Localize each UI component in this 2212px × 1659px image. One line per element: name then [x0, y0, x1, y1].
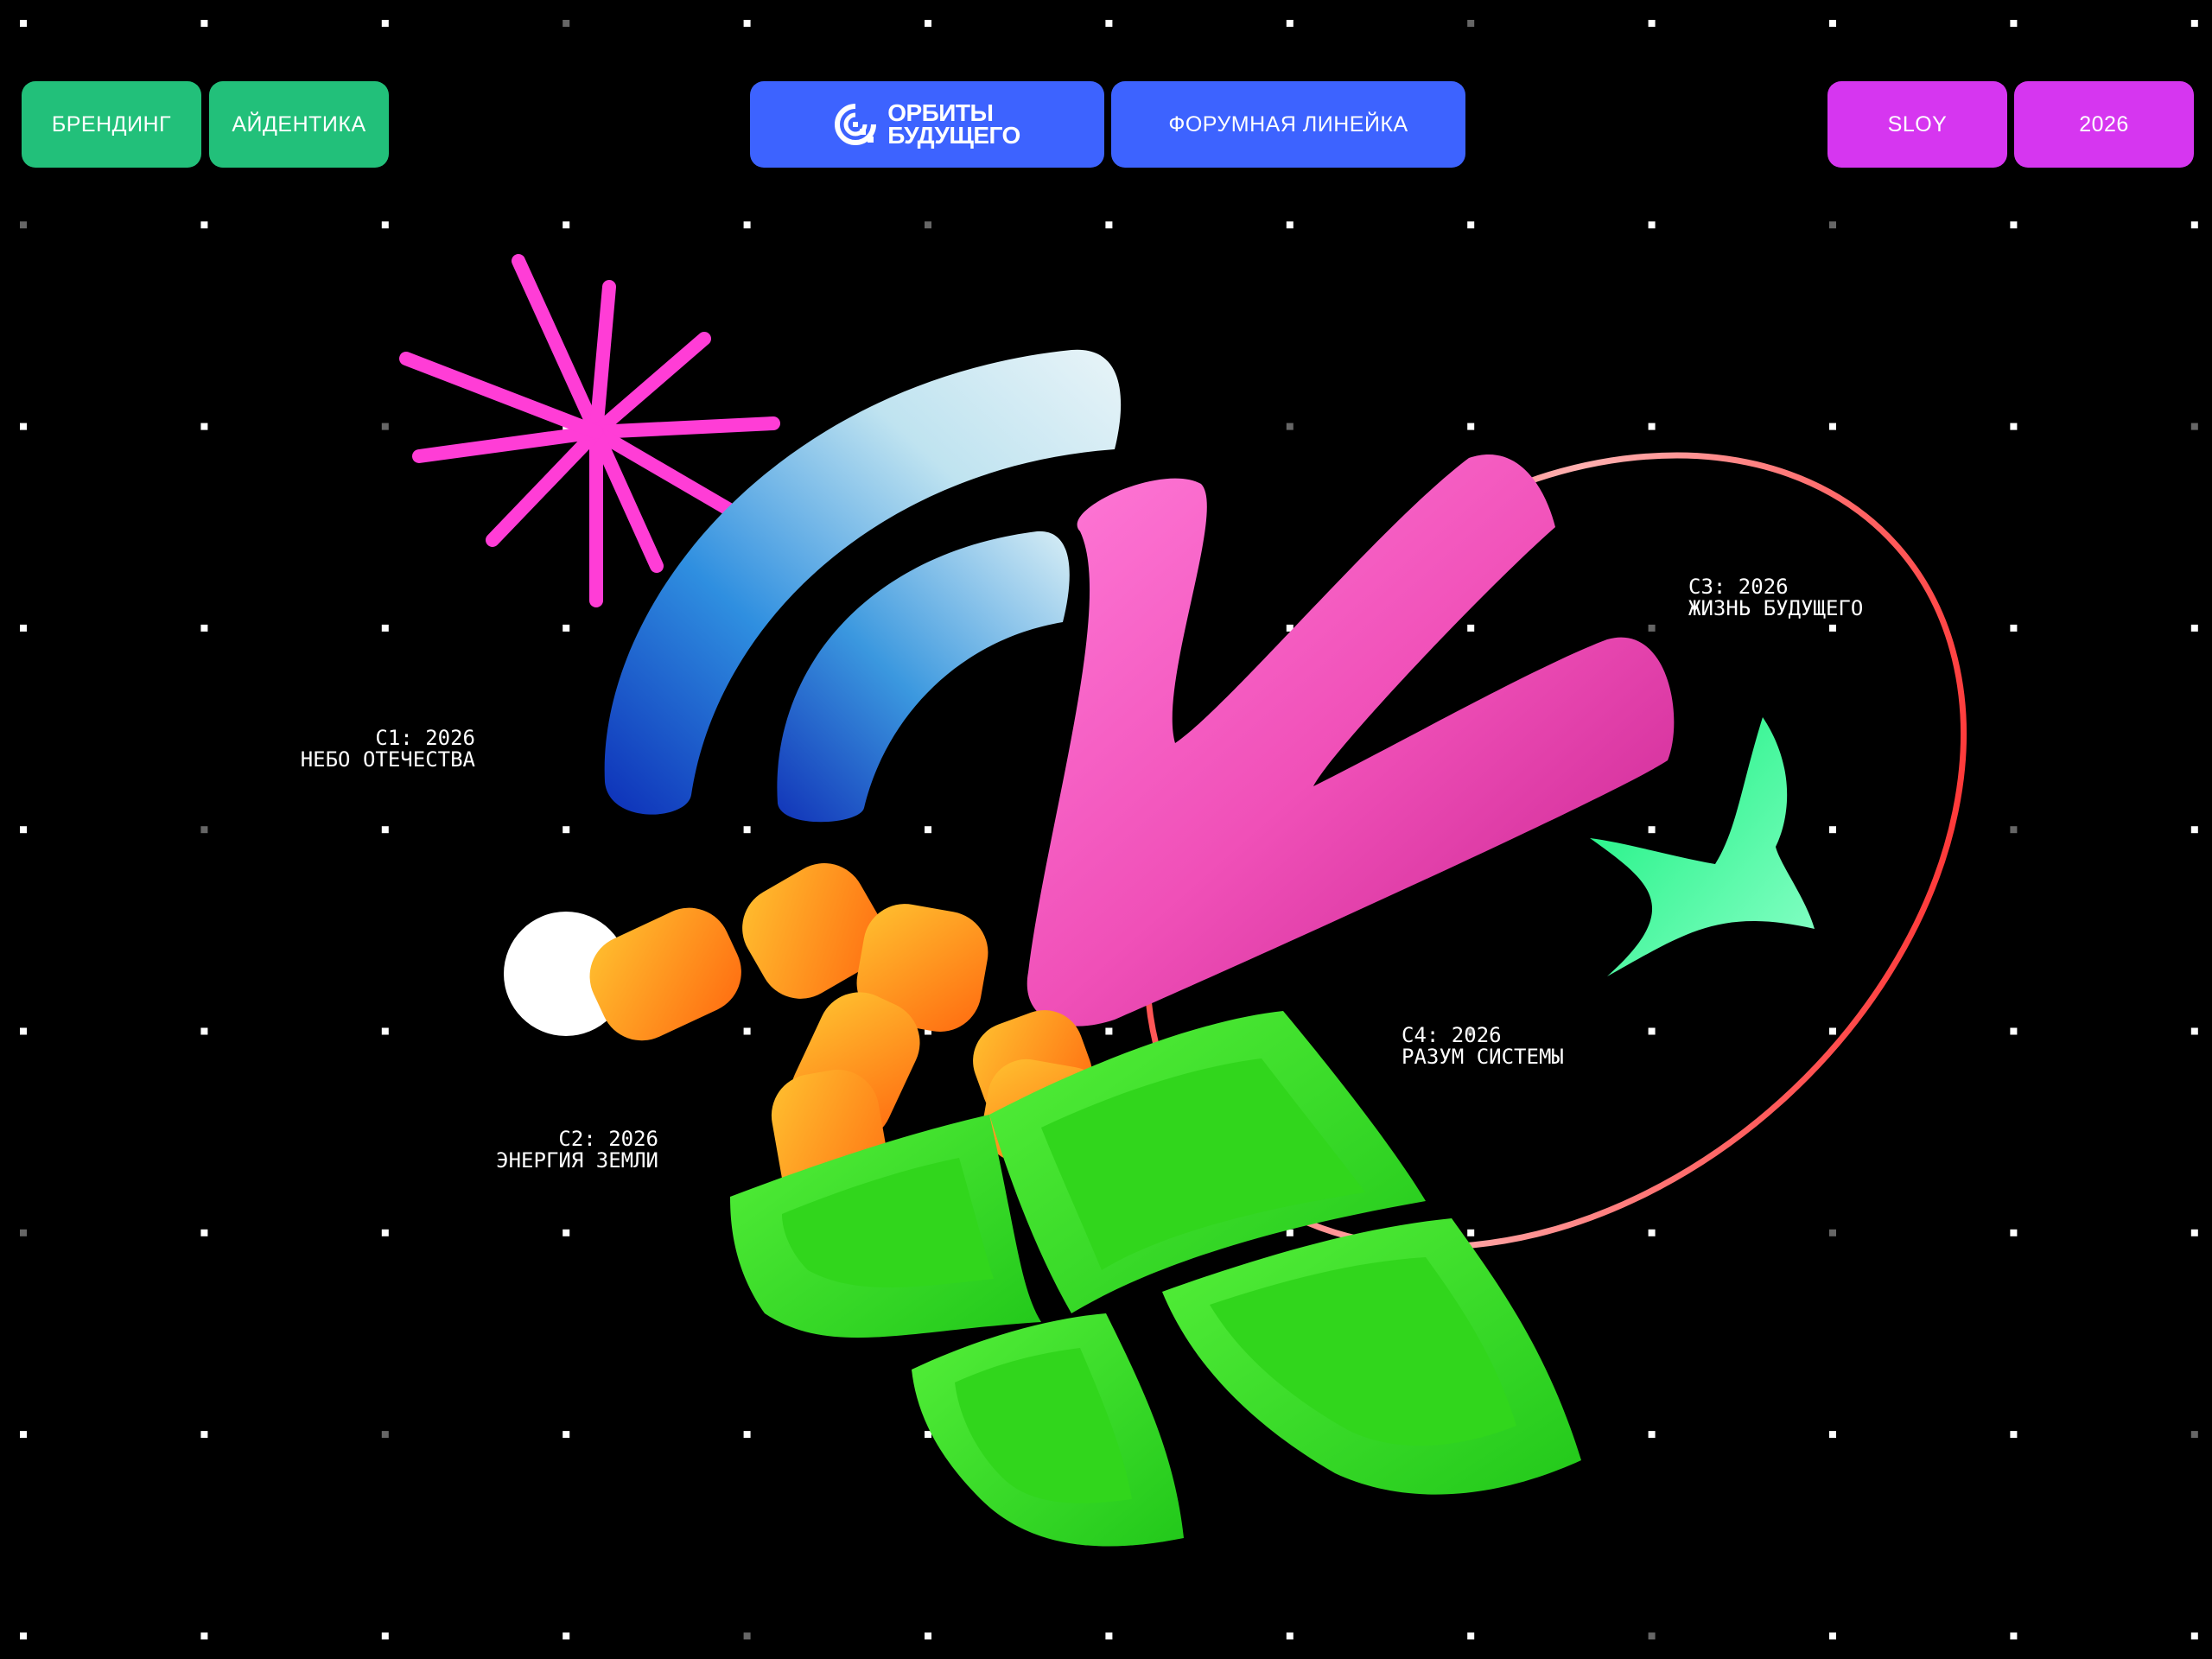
- label-c1-name: НЕБО ОТЕЧЕСТВА: [300, 747, 475, 772]
- label-c4-code: C4: 2026: [1402, 1023, 1502, 1047]
- label-c3: C3: 2026 ЖИЗНЬ БУДУЩЕГО: [1688, 576, 1863, 620]
- poster-canvas: БРЕНДИНГ АЙДЕНТИКА ОРБИТЫ БУДУЩЕГО ФОРУМ…: [0, 0, 2212, 1659]
- velvet-v-icon: [1027, 454, 1675, 1027]
- label-c3-name: ЖИЗНЬ БУДУЩЕГО: [1688, 596, 1864, 620]
- label-c1: C1: 2026 НЕБО ОТЕЧЕСТВА: [301, 728, 475, 771]
- label-c2: C2: 2026 ЭНЕРГИЯ ЗЕМЛИ: [496, 1128, 658, 1172]
- arc-icon-inner: [777, 531, 1070, 823]
- label-c4-name: РАЗУМ СИСТЕМЫ: [1402, 1045, 1564, 1069]
- label-c3-code: C3: 2026: [1688, 575, 1789, 599]
- artwork: [399, 254, 1967, 1547]
- label-c4: C4: 2026 РАЗУМ СИСТЕМЫ: [1402, 1025, 1564, 1068]
- label-c1-code: C1: 2026: [375, 726, 475, 750]
- label-c2-code: C2: 2026: [558, 1127, 658, 1151]
- label-c2-name: ЭНЕРГИЯ ЗЕМЛИ: [496, 1148, 658, 1173]
